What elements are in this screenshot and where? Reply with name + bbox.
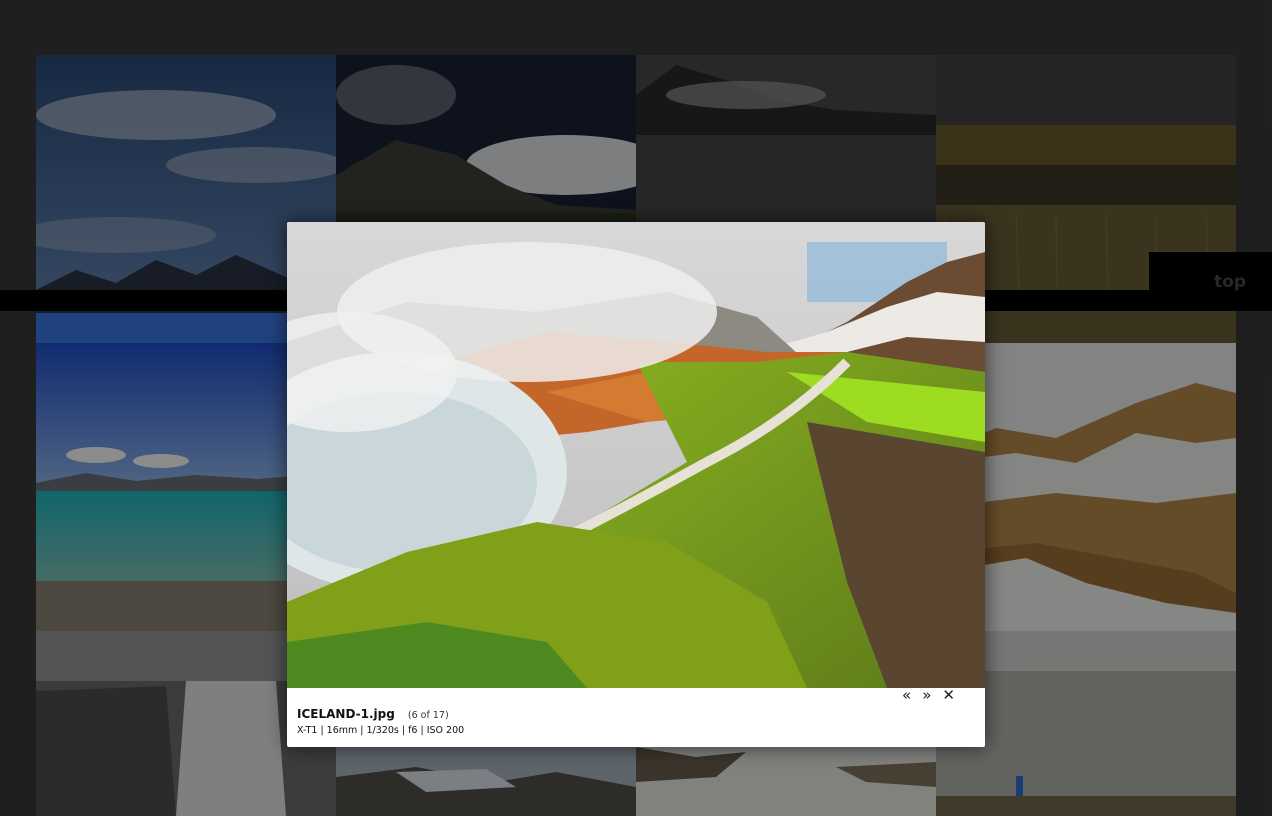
next-icon[interactable]: » [922, 688, 931, 703]
lightbox-caption: ICELAND-1.jpg (6 of 17) [297, 703, 449, 722]
previous-icon[interactable]: « [902, 688, 911, 703]
image-filename: ICELAND-1.jpg [297, 707, 395, 721]
iceland-geothermal-photo [287, 222, 985, 688]
lightbox-image [287, 222, 985, 688]
lightbox-controls: « » ✕ [902, 688, 955, 703]
image-counter: (6 of 17) [407, 710, 449, 721]
image-exif: X-T1 | 16mm | 1/320s | f6 | ISO 200 [297, 725, 465, 736]
lightbox-dialog: ICELAND-1.jpg (6 of 17) X-T1 | 16mm | 1/… [287, 222, 985, 747]
close-icon[interactable]: ✕ [942, 688, 955, 703]
